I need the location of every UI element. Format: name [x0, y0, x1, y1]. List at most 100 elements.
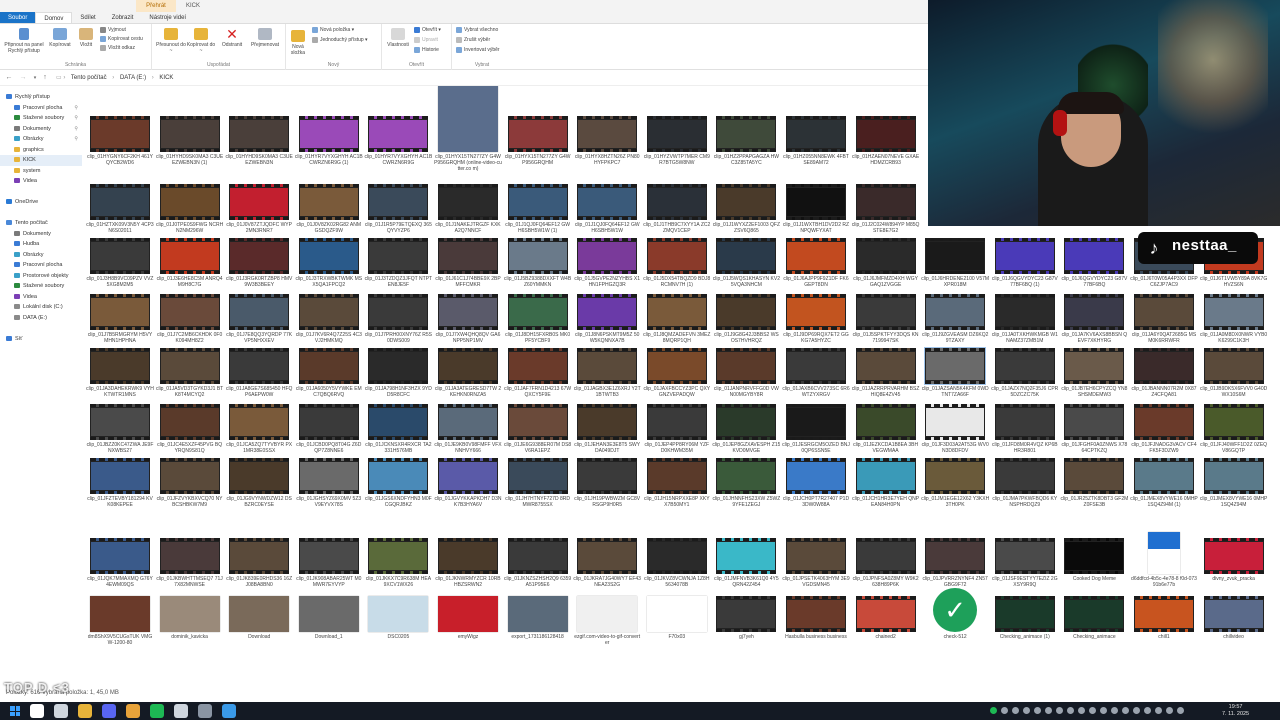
- file-item[interactable]: clip_01J9DP69RQX7ET2 GGKG7A5HYZC: [782, 294, 850, 356]
- file-item[interactable]: clip_01HYZVWTP7MER CM9R7BTG5W8NW: [643, 116, 711, 178]
- file-item[interactable]: clip_01J7KV6R4Q7Z25S 4C3VJ2HMKMQ: [295, 294, 363, 356]
- file-item[interactable]: clip_01J3H8B9VC09PZV VVZ5XG8M2M5: [86, 238, 154, 300]
- file-item[interactable]: clip_01J7XW4QHQ8QV GA6NPP5NP1MV: [434, 294, 502, 356]
- file-item[interactable]: clip_01JCA5ZQ7TYVBYR PX1MR38E0SSX: [225, 404, 293, 466]
- file-item[interactable]: clip_01JEZKCDA1B8EA 3BHVEGWMAA: [852, 404, 920, 466]
- file-item[interactable]: ezgif.com-video-to-gif-converter: [573, 596, 641, 658]
- file-item[interactable]: clip_01JBANNN07R2M 0X87Z4CFQA81: [1130, 348, 1198, 410]
- breadcrumb-drive[interactable]: DATA (E:): [120, 75, 146, 81]
- tray-icon[interactable]: [1067, 707, 1074, 714]
- file-item[interactable]: ✓ check-512: [921, 588, 989, 658]
- file-item[interactable]: emyWigz: [434, 596, 502, 658]
- file-item[interactable]: clip_01J5GVPE2NZYHBS X1HN1FPHGZQ3R: [573, 238, 641, 300]
- breadcrumb-kick[interactable]: KICK: [159, 75, 173, 81]
- file-item[interactable]: clip_01JKNWRMYZCR 10RBHBZSRWN2: [434, 538, 502, 600]
- file-item[interactable]: clip_01JH19PWBWZM GC8VRSGP9H0R5: [573, 458, 641, 520]
- spotify-app-icon[interactable]: [150, 704, 164, 718]
- file-item[interactable]: clip_01JKVZ8VCWNJA 1Z8H5634078B: [643, 538, 711, 600]
- file-item[interactable]: dominik_kavicka: [156, 596, 224, 658]
- file-item[interactable]: clip_01JEP4PP8RY06M YZFD0KHWM35M: [643, 404, 711, 466]
- file-item[interactable]: clip_01JMEX8VYWE16 0MHP1SQ4Z94M: [1200, 458, 1268, 520]
- tray-icon[interactable]: [1100, 707, 1107, 714]
- file-item[interactable]: divny_zvuk_pracka: [1200, 538, 1268, 600]
- context-tab-play[interactable]: Přehrát: [136, 0, 176, 12]
- paste-button[interactable]: Vložit: [74, 28, 98, 48]
- sidebar-item[interactable]: Hudba: [0, 239, 82, 250]
- file-item[interactable]: clip_01JMA7PKWFBQD6 KYNSPHRDQZ9: [991, 458, 1059, 520]
- file-item[interactable]: clip_01JA6050Y5VYWKE EMC7QBQ6RVQ: [295, 348, 363, 410]
- file-item[interactable]: clip_01JCH0PT7R27407 P1D3DW0W88A: [782, 458, 850, 520]
- file-item[interactable]: chill1: [1130, 596, 1198, 658]
- file-item[interactable]: clip_01JH15NRPXXE8P XKYX7B50MY1: [643, 458, 711, 520]
- file-item[interactable]: clip_01JAF7FRN1D4213 67WQXCY5F9E: [504, 348, 572, 410]
- sidebar-item[interactable]: Tento počítač: [0, 218, 82, 229]
- file-item[interactable]: clip_01HYX15TN277ZY G4WP956GRQHM: [504, 116, 572, 178]
- file-item[interactable]: clip_01JCH1HR3E7YEH QNPEAN84H0PN: [852, 458, 920, 520]
- sidebar-item[interactable]: Pracovní plocha: [0, 260, 82, 271]
- select-none-button[interactable]: Zrušit výběr: [456, 36, 490, 44]
- file-item[interactable]: clip_01JA3DAHEKRWK9 VYHKTWTR1MNS: [86, 348, 154, 410]
- file-item[interactable]: clip_01J7PRH00XNY76Z R5S0DWS009: [364, 294, 432, 356]
- taskbar-clock[interactable]: 19:57 7. 11. 2025: [1222, 704, 1249, 718]
- file-item[interactable]: clip_01J5BZ9388DXXFT W4BZ60YMMKN: [504, 238, 572, 300]
- sidebar-item[interactable]: Stažené soubory ⚲: [0, 113, 82, 124]
- file-item[interactable]: clip_01J6QGVYDYC23 G87V77BF6BQ (1): [991, 238, 1059, 300]
- file-item[interactable]: clip_01JB7EH6CPYZCQ YN8SHSMDEMW3: [1060, 348, 1128, 410]
- file-item[interactable]: clip_01J5DX54TBQZD9 BDJ8RCMNV7H (1): [643, 238, 711, 300]
- tray-icon[interactable]: [1144, 707, 1151, 714]
- file-item[interactable]: clip_01JK839E0RHDS36 16ZJ08BA8BN0: [225, 538, 293, 600]
- file-item[interactable]: clip_01JBZZ0KC47ZWA JE9FNXWBS27: [86, 404, 154, 466]
- file-item[interactable]: clip_01HYX15TN277ZY G4WP956GRQHM (online…: [434, 86, 502, 178]
- tray-icon[interactable]: [1166, 707, 1173, 714]
- file-item[interactable]: clip_01JFGHF0A0ZNWS X7864CPTKZQ: [1060, 404, 1128, 466]
- tray-icon[interactable]: [990, 707, 997, 714]
- tray-icon[interactable]: [1001, 707, 1008, 714]
- file-item[interactable]: clip_01JA0TXKHWKMGB W1NAMZ37ZMB1M: [991, 294, 1059, 356]
- sidebar-item[interactable]: Videa: [0, 292, 82, 303]
- file-item[interactable]: clip_01J1QJ0FQ64EF12 GWH6SBH5W1W (1): [504, 184, 572, 246]
- file-item[interactable]: clip_01JC4E5XZF45PVG BQYRQN9S81Q: [156, 404, 224, 466]
- file-item[interactable]: Download_1: [295, 596, 363, 658]
- file-item[interactable]: clip_01JHNNFHS23XW Z5WZ9YFE1ZEGJ: [712, 458, 780, 520]
- file-item[interactable]: clip_01JK908ABAR25WT M0MWR7EYVYP: [295, 538, 363, 600]
- file-item[interactable]: clip_01JB9DK5X6FVV0 G40DWX10S6M: [1200, 348, 1268, 410]
- file-item[interactable]: clip_01JM1EGE12X62 Y3KXH3TH0PK: [921, 458, 989, 520]
- file-item[interactable]: clip_01JE6G9388ER07M DS8V6RA1EPZ: [504, 404, 572, 466]
- file-explorer-app-icon[interactable]: [78, 704, 92, 718]
- file-item[interactable]: clip_01JA0M8DX0NWR VYB0K6299C1K3H: [1200, 294, 1268, 356]
- file-item[interactable]: clip_01JQK7MMAXMQ G76Y4EWM09QS: [86, 538, 154, 600]
- file-item[interactable]: clip_01J8QMZADEFVN 3MEZ8MQRP1QH: [643, 294, 711, 356]
- file-item[interactable]: clip_01J6AJPP9F9Z1DF FK6GEPT8DN: [782, 238, 850, 300]
- delete-button[interactable]: ✕ Odstranit: [218, 27, 246, 48]
- tray-icon[interactable]: [1111, 707, 1118, 714]
- obs-app-icon[interactable]: [174, 704, 188, 718]
- file-item[interactable]: Cooked Dog Meme: [1060, 538, 1128, 600]
- file-item[interactable]: clip_01J7C2MB6CKHDK 0F0K094MH8Z2: [156, 294, 224, 356]
- file-item[interactable]: clip_01HYR7VYXGHYH AC1BCWRZN6R9G: [364, 116, 432, 178]
- file-item[interactable]: F70x03: [643, 596, 711, 658]
- history-button[interactable]: Historie: [414, 46, 439, 54]
- edit-button[interactable]: Upravit: [414, 36, 438, 44]
- file-item[interactable]: clip_01JEHAN3E3E8T5 SWYDA049DJT: [573, 404, 641, 466]
- file-item[interactable]: clip_01JAGBX3E1Z6XRJ Y2T1BTWTB3: [573, 348, 641, 410]
- select-all-button[interactable]: Vybrat všechno: [456, 26, 498, 34]
- file-item[interactable]: clip_01JCBD0PQ8T04G Z6DQP7Z8NNE6: [295, 404, 363, 466]
- sidebar-item[interactable]: Obrázky: [0, 250, 82, 261]
- copy-path-button[interactable]: Kopírovat cestu: [100, 35, 143, 43]
- file-item[interactable]: clip_01J7B5RMGRYM H5VYMHN1HPHNA: [86, 294, 154, 356]
- tray-icon[interactable]: [1155, 707, 1162, 714]
- file-item[interactable]: clip_01JA798H1NF3HZX 9YDD5R8CFC: [364, 348, 432, 410]
- file-item[interactable]: clip_01HYHD9SK0MA3 C3UEEZWEBN3N: [225, 116, 293, 178]
- tray-icon[interactable]: [1012, 707, 1019, 714]
- ribbon-tab[interactable]: Zobrazit: [104, 12, 142, 23]
- file-item[interactable]: clip_01J1THB9C7XYY1A ZC2ZMQV1CEP: [643, 184, 711, 246]
- file-item[interactable]: clip_01HYGNY6CF2KH 461YQYCB2WD6: [86, 116, 154, 178]
- file-item[interactable]: clip_01JG9VYNWDZW12 DSBZRC0EYSE: [225, 458, 293, 520]
- breadcrumb-this-pc[interactable]: Tento počítač: [71, 75, 107, 81]
- file-item[interactable]: clip_01HYR7VYXGHYH AC1BCWRZN6R9G (1): [295, 116, 363, 178]
- file-item[interactable]: clip_01JR25ZTK8DBT3 GF2MZ0FSE3B: [1060, 458, 1128, 520]
- file-item[interactable]: clip_01JPSETK4063HYM 3E9VGDSMN45: [782, 538, 850, 600]
- ribbon-tab[interactable]: Nástroje videí: [141, 12, 194, 23]
- file-item[interactable]: clip_01J0V8ZK02RG82 ANMGSDQZF9W: [295, 184, 363, 246]
- settings-app-icon[interactable]: [198, 704, 212, 718]
